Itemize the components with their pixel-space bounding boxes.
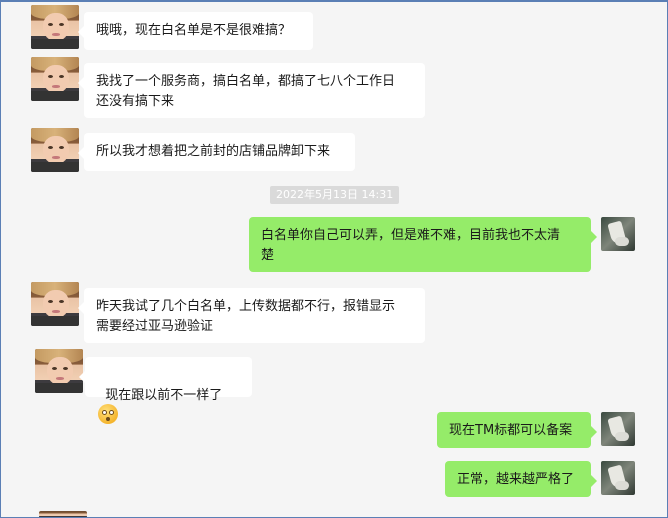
contact-avatar[interactable]	[31, 128, 79, 172]
contact-avatar[interactable]	[39, 511, 87, 518]
message-bubble-incoming[interactable]: 哦哦，现在白名单是不是很难搞？	[78, 12, 313, 50]
message-bubble-incoming[interactable]: 昨天我试了几个白名单，上传数据都不行，报错显示 需要经过亚马逊验证	[78, 288, 425, 343]
contact-avatar[interactable]	[31, 57, 79, 101]
contact-avatar[interactable]	[31, 5, 79, 49]
contact-avatar[interactable]	[31, 282, 79, 326]
message-bubble-outgoing[interactable]: 白名单你自己可以弄，但是难不难，目前我也不太清 楚	[249, 217, 597, 272]
user-avatar[interactable]	[601, 217, 635, 251]
message-bubble-outgoing[interactable]: 正常，越来越严格了	[445, 461, 597, 497]
message-bubble-incoming[interactable]: 现在跟以前不一样了	[79, 357, 252, 424]
user-avatar[interactable]	[601, 412, 635, 446]
user-avatar[interactable]	[601, 461, 635, 495]
message-bubble-incoming[interactable]: 我找了一个服务商，搞白名单，都搞了七八个工作日 还没有搞下来	[78, 63, 425, 118]
message-bubble-outgoing[interactable]: 现在TM标都可以备案	[437, 412, 597, 448]
message-timestamp: 2022年5月13日 14:31	[270, 186, 400, 204]
message-text: 现在跟以前不一样了	[105, 388, 223, 403]
flushed-face-icon	[98, 404, 118, 424]
message-bubble-incoming[interactable]: 所以我才想着把之前封的店铺品牌卸下来	[78, 133, 355, 171]
contact-avatar[interactable]	[35, 349, 83, 393]
